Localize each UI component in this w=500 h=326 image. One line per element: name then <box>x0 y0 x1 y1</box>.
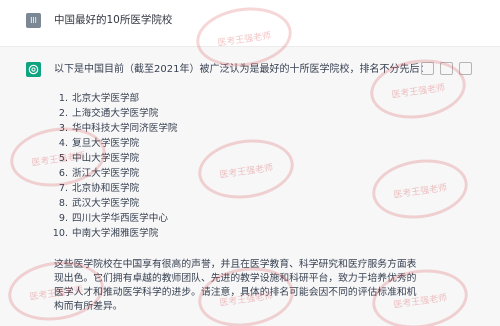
copy-icon[interactable] <box>421 62 434 75</box>
thumbs-down-icon[interactable] <box>459 62 472 75</box>
list-item: 4. 复旦大学医学院 <box>58 138 140 149</box>
chatgpt-logo-icon <box>26 62 41 77</box>
message-actions <box>421 62 472 75</box>
list-item: 8. 武汉大学医学院 <box>58 198 140 209</box>
list-item: 2. 上海交通大学医学院 <box>58 108 159 119</box>
chat-page: Ill 中国最好的10所医学院校 以下是中国目前（截至2021年）被广泛认为是最… <box>0 0 500 326</box>
user-message-row: Ill 中国最好的10所医学院校 <box>0 0 500 47</box>
user-message-text: 中国最好的10所医学院校 <box>54 14 173 26</box>
list-item: 6. 浙江大学医学院 <box>58 168 140 179</box>
assistant-paragraph: 这些医学院校在中国享有很高的声誉，并且在医学教育、科学研究和医疗服务方面表现出色… <box>54 259 417 312</box>
school-list: 1. 北京大学医学部 2. 上海交通大学医学院 3. 华中科技大学同济医学院 4. 复旦… <box>52 91 178 241</box>
list-item: 3. 华中科技大学同济医学院 <box>58 123 178 134</box>
assistant-message-row: 以下是中国目前（截至2021年）被广泛认为是最好的十所医学院校，排名不分先后： … <box>0 47 500 326</box>
list-item: 1. 北京大学医学部 <box>58 93 140 104</box>
thumbs-up-icon[interactable] <box>440 62 453 75</box>
list-item: 5. 中山大学医学院 <box>58 153 140 164</box>
list-item: 10. 中南大学湘雅医学院 <box>52 228 159 239</box>
list-item: 7. 北京协和医学院 <box>58 183 140 194</box>
assistant-intro-text: 以下是中国目前（截至2021年）被广泛认为是最好的十所医学院校，排名不分先后： <box>54 64 430 75</box>
list-item: 9. 四川大学华西医学中心 <box>58 213 168 224</box>
user-avatar: Ill <box>26 13 41 28</box>
